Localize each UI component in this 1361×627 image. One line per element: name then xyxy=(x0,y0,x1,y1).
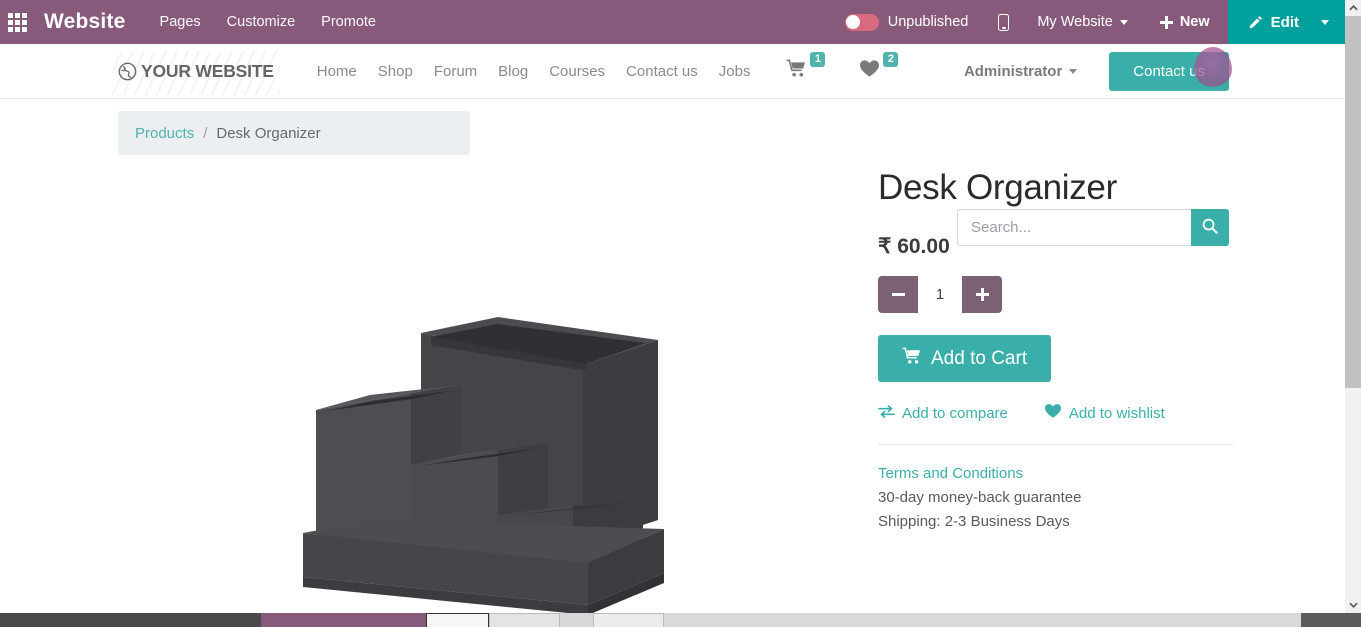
cart-link[interactable]: 1 xyxy=(786,52,826,83)
chevron-down-icon xyxy=(1119,19,1128,25)
edit-button-label: Edit xyxy=(1270,13,1299,31)
os-taskbar xyxy=(0,613,1361,627)
site-logo-text: YOUR WEBSITE xyxy=(141,60,274,81)
apps-grid-icon[interactable] xyxy=(0,0,34,44)
quantity-input[interactable] xyxy=(918,276,962,314)
add-to-wishlist-link[interactable]: Add to wishlist xyxy=(1044,403,1165,423)
money-back-guarantee-text: 30-day money-back guarantee xyxy=(878,489,1082,507)
wishlist-count-badge: 2 xyxy=(883,52,899,67)
publish-toggle[interactable]: Unpublished xyxy=(829,13,985,31)
edit-button[interactable]: Edit xyxy=(1227,0,1345,44)
publish-status-label: Unpublished xyxy=(887,14,969,30)
breadcrumb-link-products[interactable]: Products xyxy=(135,125,194,142)
add-to-compare-link[interactable]: Add to compare xyxy=(878,404,1008,423)
taskbar-segment-dark[interactable] xyxy=(0,613,261,627)
terms-block: Terms and Conditions 30-day money-back g… xyxy=(878,462,1233,534)
page-content: Products / Desk Organizer Search... Desk… xyxy=(0,100,1345,613)
nav-item-jobs[interactable]: Jobs xyxy=(719,63,751,80)
quantity-stepper xyxy=(878,276,1002,314)
admin-menu-item-pages[interactable]: Pages xyxy=(160,14,201,30)
site-navigation: Home Shop Forum Blog Courses Contact us … xyxy=(317,63,751,80)
quantity-increase-button[interactable] xyxy=(962,276,1002,314)
header-icon-links: 1 2 xyxy=(786,52,899,83)
scrollbar-thumb[interactable] xyxy=(1345,16,1361,388)
nav-item-home[interactable]: Home xyxy=(317,63,357,80)
taskbar-tray[interactable] xyxy=(1301,613,1361,627)
compare-arrows-icon xyxy=(878,404,895,423)
page-scrollbar[interactable] xyxy=(1345,0,1361,613)
publish-switch[interactable] xyxy=(844,13,879,31)
cart-count-badge: 1 xyxy=(810,52,826,67)
new-button-label: New xyxy=(1179,14,1210,30)
taskbar-empty-area xyxy=(664,613,1301,627)
plus-icon xyxy=(975,288,989,302)
breadcrumb: Products / Desk Organizer xyxy=(118,111,470,155)
product-title: Desk Organizer xyxy=(878,168,1117,207)
shipping-info-text: Shipping: 2-3 Business Days xyxy=(878,513,1070,531)
heart-icon xyxy=(859,59,880,83)
shopping-cart-icon xyxy=(902,347,922,371)
site-logo[interactable]: YOUR WEBSITE xyxy=(112,50,280,95)
admin-menu-item-customize[interactable]: Customize xyxy=(227,14,296,30)
chevron-down-icon xyxy=(1069,68,1078,74)
terms-and-conditions-link[interactable]: Terms and Conditions xyxy=(878,462,1233,486)
add-to-compare-label: Add to compare xyxy=(902,404,1008,422)
add-to-cart-label: Add to Cart xyxy=(931,347,1028,369)
new-button[interactable]: New xyxy=(1142,14,1228,30)
nav-item-forum[interactable]: Forum xyxy=(434,63,477,80)
scrollbar-down-arrow[interactable] xyxy=(1345,597,1361,613)
header-right: Administrator Contact us xyxy=(963,51,1229,91)
user-menu-dropdown[interactable]: Administrator xyxy=(963,62,1078,80)
taskbar-segment-active-window[interactable] xyxy=(426,613,489,627)
add-to-cart-button[interactable]: Add to Cart xyxy=(878,335,1052,383)
wishlist-link[interactable]: 2 xyxy=(859,52,899,83)
search-input[interactable] xyxy=(957,209,1191,246)
admin-menu: Pages Customize Promote xyxy=(160,14,376,30)
plus-icon xyxy=(1159,15,1173,29)
user-menu-label: Administrator xyxy=(963,62,1063,80)
website-selector-dropdown[interactable]: My Website xyxy=(1023,14,1141,30)
switch-knob xyxy=(846,15,861,29)
nav-item-shop[interactable]: Shop xyxy=(378,63,413,80)
breadcrumb-current: Desk Organizer xyxy=(216,124,321,142)
heart-icon xyxy=(1044,403,1062,423)
product-image-container xyxy=(118,170,858,613)
minus-icon xyxy=(891,293,905,297)
taskbar-segment-window-2[interactable] xyxy=(489,613,560,627)
edit-dropdown-chevron-icon[interactable] xyxy=(1321,19,1329,25)
odoo-admin-bar: Website Pages Customize Promote Unpublis… xyxy=(0,0,1345,44)
taskbar-gap xyxy=(560,613,593,627)
scrollbar-track[interactable] xyxy=(1345,16,1361,597)
product-action-links: Add to compare Add to wishlist xyxy=(878,403,1233,446)
search-submit-button[interactable] xyxy=(1191,209,1229,246)
contact-us-button[interactable]: Contact us xyxy=(1109,51,1229,91)
admin-bar-right: Unpublished My Website New Edit xyxy=(829,0,1345,44)
nav-item-courses[interactable]: Courses xyxy=(549,63,605,80)
quantity-decrease-button[interactable] xyxy=(878,276,918,314)
search-icon xyxy=(1202,218,1218,237)
mobile-preview-icon[interactable] xyxy=(984,13,1023,31)
admin-menu-item-promote[interactable]: Promote xyxy=(321,14,376,30)
nav-item-blog[interactable]: Blog xyxy=(498,63,528,80)
nav-item-contact-us[interactable]: Contact us xyxy=(626,63,698,80)
taskbar-segment-odoo[interactable] xyxy=(261,613,426,627)
product-image[interactable] xyxy=(298,315,678,613)
breadcrumb-separator: / xyxy=(203,124,208,142)
scrollbar-up-arrow[interactable] xyxy=(1345,0,1361,16)
shopping-cart-icon xyxy=(786,59,807,83)
website-header: YOUR WEBSITE Home Shop Forum Blog Course… xyxy=(0,44,1345,99)
app-title: Website xyxy=(44,10,126,33)
globe-icon xyxy=(118,62,137,81)
taskbar-segment-window-3[interactable] xyxy=(593,613,664,627)
search-box xyxy=(957,209,1229,246)
website-selector-label: My Website xyxy=(1037,14,1113,30)
add-to-wishlist-label: Add to wishlist xyxy=(1068,404,1165,422)
pencil-icon xyxy=(1248,15,1263,30)
